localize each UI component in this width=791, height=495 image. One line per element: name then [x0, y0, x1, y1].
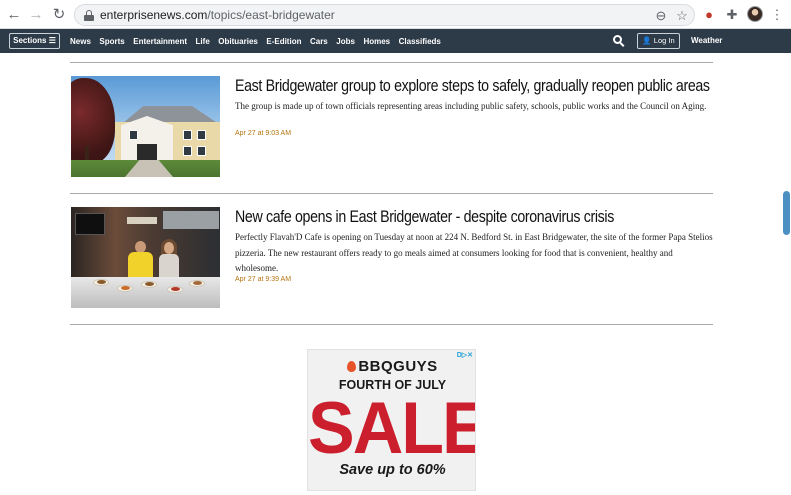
- weather-link[interactable]: Weather: [691, 29, 722, 53]
- url-text[interactable]: enterprisenews.com/topics/east-bridgewat…: [100, 8, 335, 23]
- article-1-headline[interactable]: East Bridgewater group to explore steps …: [235, 77, 710, 96]
- browser-menu-icon[interactable]: ⋮: [768, 6, 786, 24]
- lock-icon[interactable]: [84, 10, 94, 21]
- nav-item-life[interactable]: Life: [196, 37, 210, 46]
- divider: [70, 193, 713, 194]
- article-2-summary: Perfectly Flavah'D Cafe is opening on Tu…: [235, 232, 713, 273]
- profile-avatar[interactable]: [747, 6, 763, 22]
- site-nav-bar: Sections ☰ News Sports Entertainment Lif…: [0, 29, 791, 53]
- url-host: enterprisenews.com: [100, 8, 208, 22]
- reload-icon[interactable]: ↻: [49, 5, 69, 25]
- article-1-thumbnail[interactable]: [71, 76, 220, 177]
- ad-brand-text: BBQGUYS: [358, 358, 438, 375]
- nav-item-classifieds[interactable]: Classifieds: [399, 37, 441, 46]
- forward-icon[interactable]: →: [26, 5, 46, 25]
- divider: [70, 324, 713, 325]
- nav-item-news[interactable]: News: [70, 37, 91, 46]
- article-2-thumbnail[interactable]: [71, 207, 220, 308]
- url-path: /topics/east-bridgewater: [207, 8, 335, 22]
- address-bar[interactable]: enterprisenews.com/topics/east-bridgewat…: [74, 4, 695, 26]
- article-1-timestamp: Apr 27 at 9:03 AM: [235, 130, 292, 137]
- nav-item-cars[interactable]: Cars: [310, 37, 328, 46]
- nav-item-sports[interactable]: Sports: [99, 37, 124, 46]
- ad-offer: Save up to 60%: [339, 462, 446, 478]
- article-2-timestamp: Apr 27 at 9:39 AM: [235, 276, 292, 283]
- search-icon[interactable]: [613, 35, 625, 47]
- article-1-summary: The group is made up of town officials r…: [235, 101, 707, 111]
- nav-item-e-edition[interactable]: E-Edition: [266, 37, 301, 46]
- nav-item-obituaries[interactable]: Obituaries: [218, 37, 258, 46]
- flame-icon: [347, 361, 357, 372]
- bookmark-star-icon[interactable]: ☆: [673, 7, 691, 25]
- divider: [70, 62, 713, 63]
- site-nav-links: News Sports Entertainment Life Obituarie…: [70, 29, 449, 53]
- browser-toolbar: ← → ↻ enterprisenews.com/topics/east-bri…: [0, 0, 791, 29]
- ad-headline: SALE!: [308, 387, 475, 469]
- ad-brand-logo: BBQGUYS: [308, 358, 475, 375]
- nav-item-jobs[interactable]: Jobs: [336, 37, 355, 46]
- nav-item-homes[interactable]: Homes: [363, 37, 390, 46]
- back-icon[interactable]: ←: [4, 5, 24, 25]
- login-button[interactable]: 👤 Log In: [637, 33, 680, 49]
- page-scrollbar[interactable]: [783, 191, 790, 235]
- extension-icon[interactable]: ●: [700, 6, 718, 24]
- sections-button[interactable]: Sections ☰: [9, 33, 60, 49]
- advertisement[interactable]: D▷✕ BBQGUYS FOURTH OF JULY SALE! Save up…: [307, 349, 476, 491]
- zoom-icon[interactable]: ⊖: [652, 7, 670, 25]
- extensions-puzzle-icon[interactable]: ✚: [723, 6, 741, 24]
- article-2-headline[interactable]: New cafe opens in East Bridgewater - des…: [235, 208, 614, 227]
- nav-item-entertainment[interactable]: Entertainment: [133, 37, 187, 46]
